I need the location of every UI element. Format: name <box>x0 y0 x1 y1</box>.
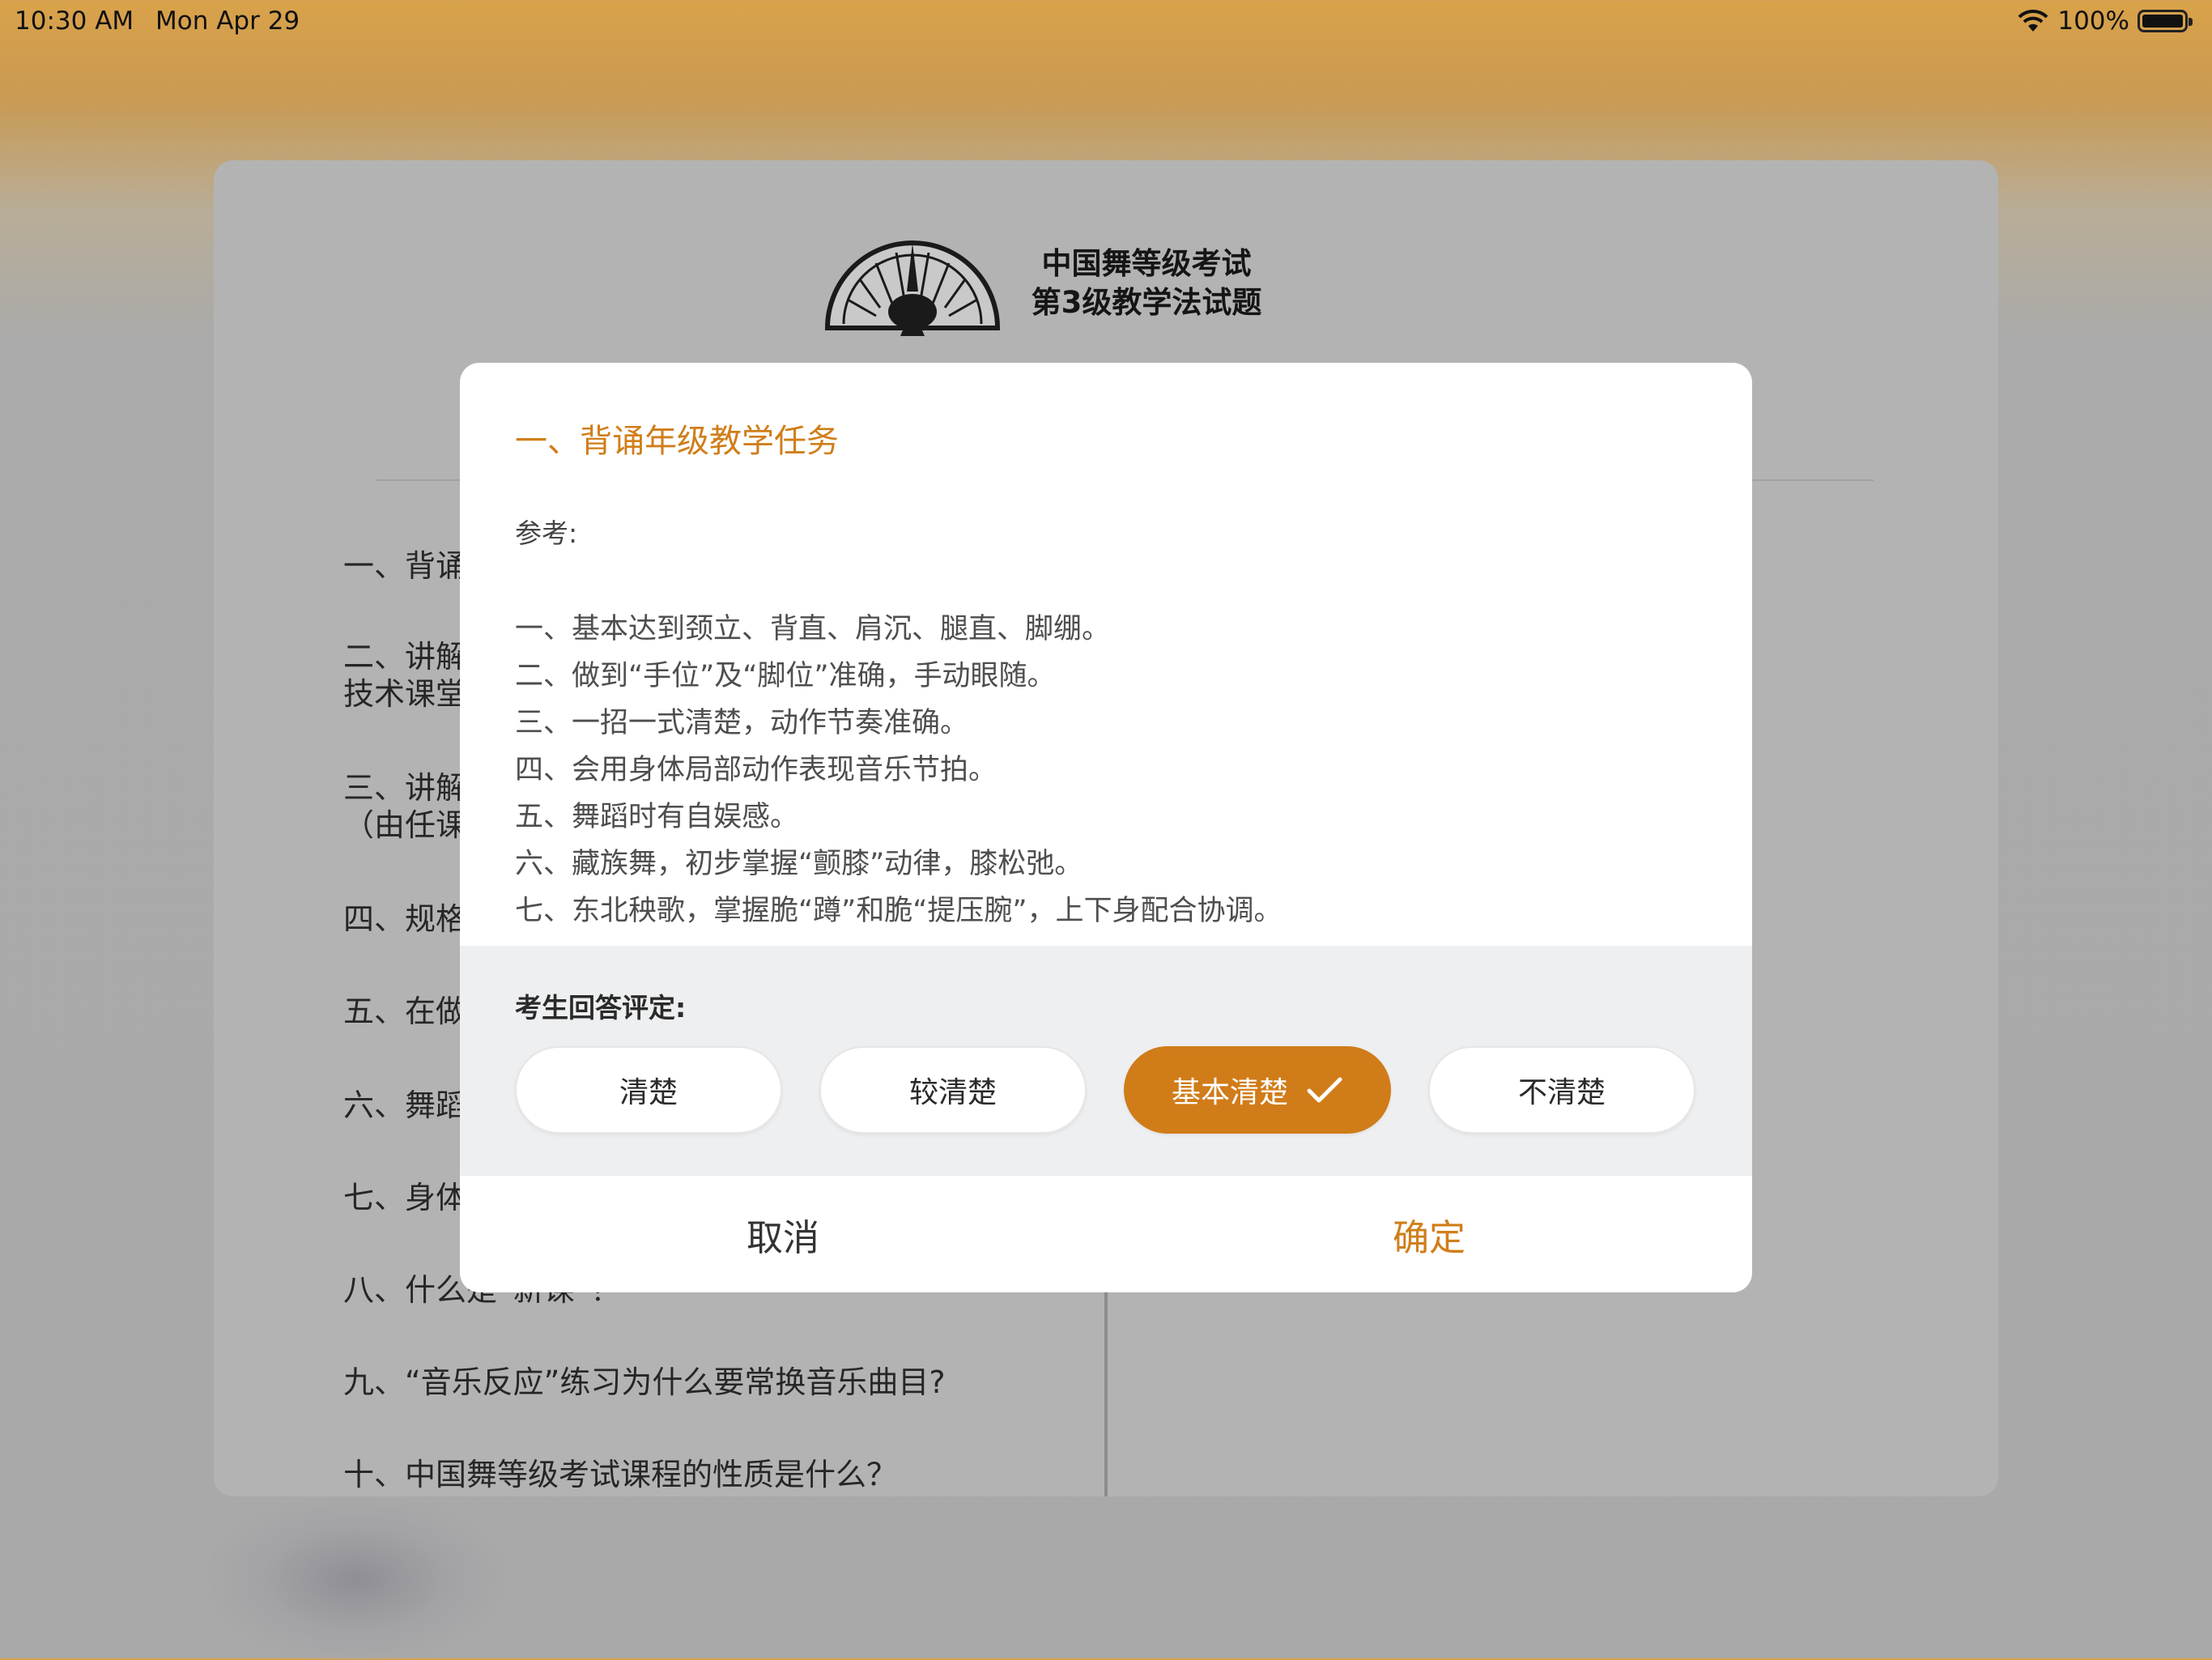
battery-icon <box>2138 10 2193 32</box>
reference-label: 参考: <box>515 517 578 549</box>
rating-option-fairly-clear[interactable]: 较清楚 <box>819 1046 1087 1134</box>
question-item-continuation: 技术课堂 <box>343 676 467 712</box>
cancel-button[interactable]: 取消 <box>460 1176 1106 1292</box>
reference-line: 一、基本达到颈立、背直、肩沉、腿直、脚绷。 <box>515 613 1111 645</box>
rating-label: 考生回答评定: <box>515 992 687 1024</box>
reference-list: 一、基本达到颈立、背直、肩沉、腿直、脚绷。 二、做到“手位”及“脚位”准确，手动… <box>515 606 1283 934</box>
question-item[interactable]: 二、讲解 <box>343 638 466 675</box>
rating-dialog: 一、背诵年级教学任务 参考: 一、基本达到颈立、背直、肩沉、腿直、脚绷。 二、做… <box>460 363 1752 1292</box>
status-time: 10:30 AM <box>15 6 134 36</box>
reference-line: 三、一招一式清楚，动作节奏准确。 <box>515 707 969 739</box>
question-item-continuation: （由任课 <box>343 807 467 843</box>
rating-option-label: 清楚 <box>619 1076 678 1109</box>
rating-panel: 考生回答评定: 清楚 较清楚 基本清楚 不清楚 <box>460 946 1752 1176</box>
rating-option-label: 不清楚 <box>1517 1076 1606 1109</box>
question-item[interactable]: 一、背诵 <box>343 547 466 585</box>
reference-line: 四、会用身体局部动作表现音乐节拍。 <box>515 754 998 786</box>
rating-option-label: 基本清楚 <box>1171 1076 1288 1109</box>
confirm-button[interactable]: 确定 <box>1106 1176 1752 1292</box>
dialog-footer: 取消 确定 <box>460 1176 1752 1292</box>
rating-option-unclear[interactable]: 不清楚 <box>1428 1046 1695 1134</box>
document-title-line2: 第3级教学法试题 <box>1031 285 1262 320</box>
reference-line: 七、东北秧歌，掌握脆“蹲”和脆“提压腕”，上下身配合协调。 <box>515 895 1283 927</box>
reference-line: 六、藏族舞，初步掌握“颤膝”动律，膝松弛。 <box>515 848 1083 880</box>
reference-line: 五、舞蹈时有自娱感。 <box>515 801 799 833</box>
rating-option-basically-clear[interactable]: 基本清楚 <box>1124 1046 1391 1134</box>
question-item[interactable]: 三、讲解 <box>343 769 466 807</box>
document-title: 中国舞等级考试 第3级教学法试题 <box>1009 245 1284 322</box>
battery-percent: 100% <box>2057 6 2129 36</box>
question-item[interactable]: 六、舞蹈 <box>343 1087 466 1124</box>
question-item[interactable]: 九、“音乐反应”练习为什么要常换音乐曲目? <box>343 1364 946 1401</box>
reference-line: 二、做到“手位”及“脚位”准确，手动眼随。 <box>515 660 1056 692</box>
dance-logo-icon <box>824 240 1001 336</box>
dialog-title: 一、背诵年级教学任务 <box>515 423 839 460</box>
status-bar: 10:30 AM Mon Apr 29 100% <box>0 0 2212 42</box>
background-blur <box>211 1498 502 1660</box>
checkmark-icon <box>1307 1077 1342 1103</box>
question-item[interactable]: 四、规格 <box>343 900 466 938</box>
document-title-line1: 中国舞等级考试 <box>1041 246 1252 281</box>
rating-option-label: 较清楚 <box>908 1076 997 1109</box>
question-item[interactable]: 十、中国舞等级考试课程的性质是什么？ <box>343 1456 897 1493</box>
question-item[interactable]: 五、在做 <box>343 993 466 1030</box>
wifi-icon <box>2018 9 2048 32</box>
rating-option-clear[interactable]: 清楚 <box>515 1046 782 1134</box>
question-item[interactable]: 七、身体 <box>343 1179 466 1216</box>
status-indicators: 100% <box>2017 6 2193 36</box>
status-date: Mon Apr 29 <box>155 6 300 36</box>
